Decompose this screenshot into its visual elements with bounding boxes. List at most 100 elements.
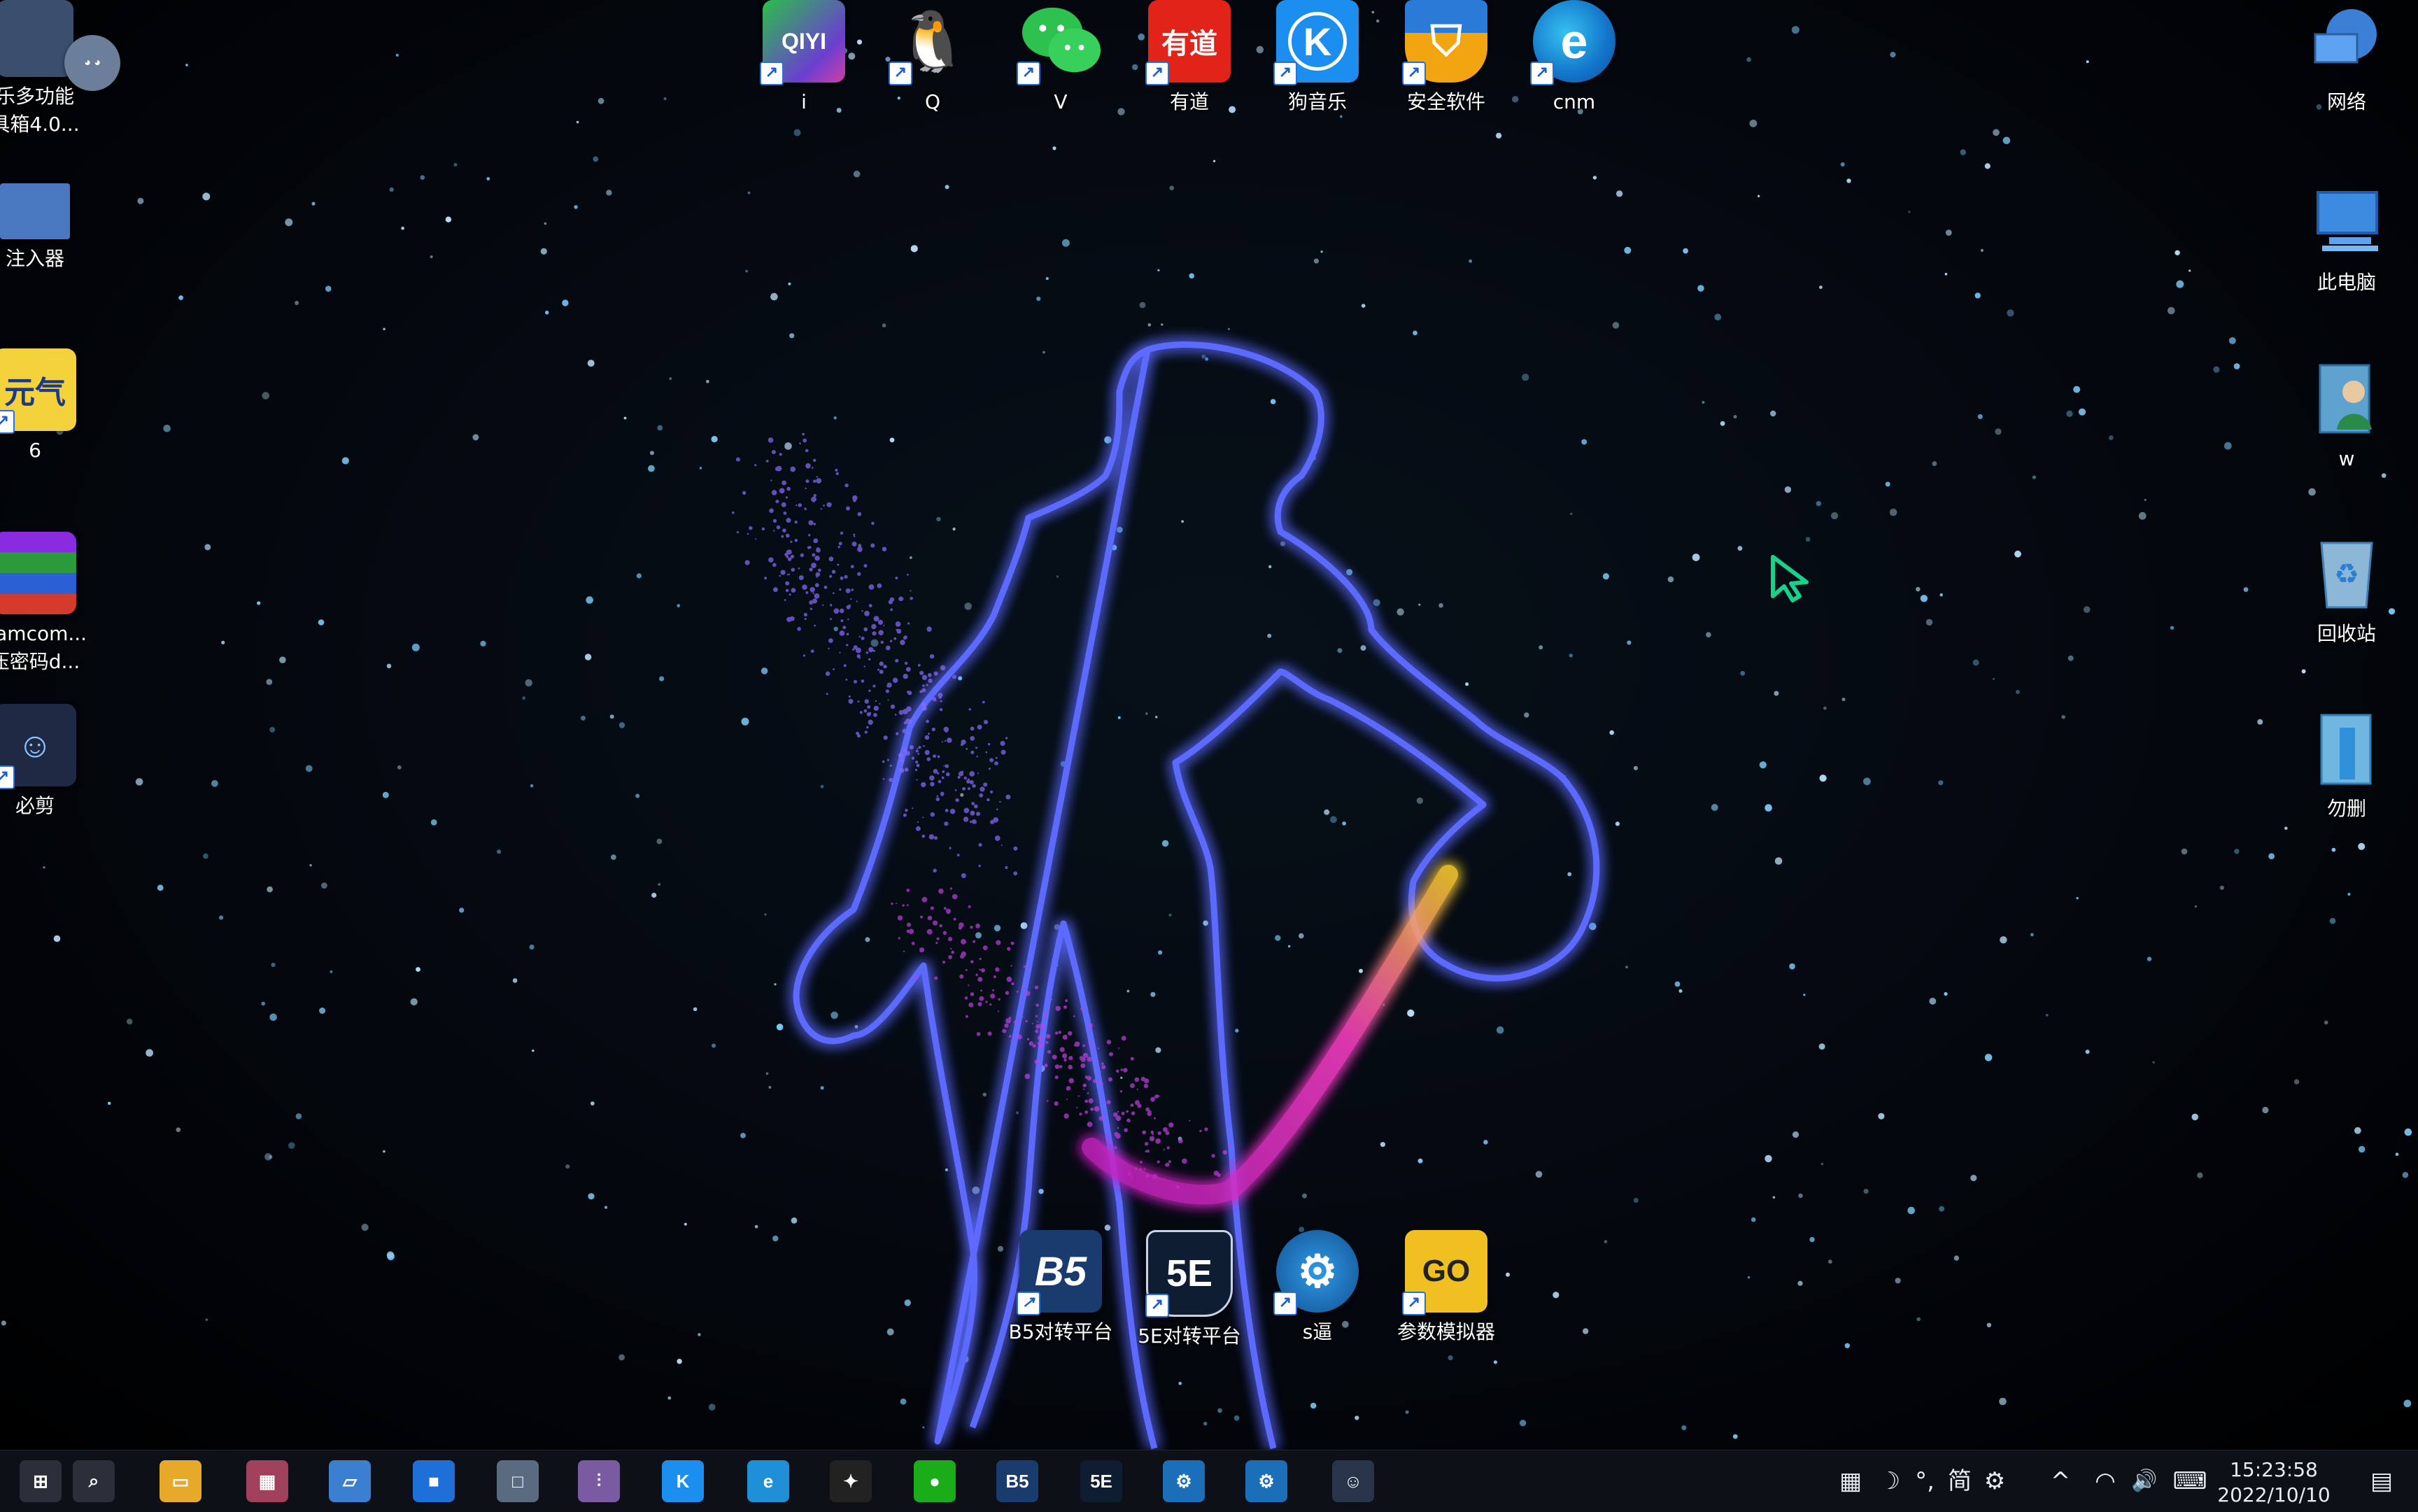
punctuation-icon[interactable]: °, [1907, 1462, 1942, 1501]
shortcut-arrow-icon: ↗ [889, 62, 912, 85]
desktop-icon-this-pc[interactable]: 此电脑 [2277, 181, 2417, 297]
desktop-icon-network[interactable]: 网络 [2277, 0, 2417, 116]
pink-streak [1082, 865, 1458, 1205]
winrar-taskbar-icon[interactable]: ▦ [246, 1460, 288, 1502]
ime-mode-indicator[interactable]: 简 [1942, 1462, 1977, 1501]
svg-text:♻: ♻ [2334, 558, 2359, 591]
b5-taskbar-icon[interactable]: B5 [996, 1460, 1038, 1502]
toolbox-icon [0, 0, 73, 77]
edge-glyph: e [1560, 14, 1588, 69]
edge-icon: e ↗ [1530, 0, 1615, 85]
shield-icon: ⛉ [1430, 17, 1462, 64]
desktop-icon-folder[interactable]: 勿删 [2277, 707, 2417, 823]
app-blue-icon[interactable]: ■ [413, 1460, 455, 1502]
taskbar: ⊞ ⌕ ▭ ▦ ▱ ■ □ ⫶ Ke ✦ ● B5 5E ⚙ ⚙ ☺ ▦ ☽ °, 简 ⚙ ^ ◠ 🔊 ⌨ 1… [0, 1450, 2418, 1512]
desktop-icon-csgo-sim[interactable]: GO ↗ 参数模拟器 [1376, 1230, 1516, 1346]
5e-glyph: 5E [1166, 1252, 1213, 1294]
steam2-taskbar-icon[interactable]: ⚙ [1245, 1460, 1287, 1502]
clock-date: 2022/10/10 [2217, 1483, 2331, 1506]
desktop-icon-security[interactable]: ⛉ ↗ 安全软件 [1376, 0, 1516, 116]
desktop-icon-steam[interactable]: ⚙ ↗ s逼 [1247, 1230, 1387, 1346]
bijian-taskbar-icon[interactable]: ☺ [1332, 1460, 1374, 1502]
shortcut-arrow-icon: ↗ [1402, 1292, 1426, 1315]
notepad-icon[interactable]: ▱ [329, 1460, 371, 1502]
shortcut-arrow-icon: ↗ [1402, 62, 1426, 85]
desktop-icon-label: 6 [29, 439, 41, 462]
desktop-icon-edge[interactable]: e ↗ cnm [1504, 0, 1644, 116]
wifi-icon[interactable]: ◠ [2088, 1462, 2123, 1501]
csgo-sim-icon: GO ↗ [1402, 1230, 1487, 1315]
recycle-bin-icon: ♻ [2305, 532, 2388, 614]
desktop-icon-user[interactable]: w [2277, 357, 2417, 473]
clock[interactable]: 15:23:58 2022/10/10 [2204, 1457, 2344, 1508]
desktop-icon-injector[interactable]: 注入器 [0, 183, 105, 273]
desktop-icon-label: V [1054, 90, 1068, 113]
moon-icon[interactable]: ☽ [1872, 1462, 1907, 1501]
desktop-icon-bijian[interactable]: ☺ ↗ 必剪 [0, 704, 105, 820]
user-folder-icon [2305, 357, 2388, 439]
wechat-icon: ↗ [1017, 0, 1102, 85]
desktop-icon-winrar[interactable]: eamcom... 压密码d... [0, 532, 105, 676]
shortcut-arrow-icon: ↗ [1017, 62, 1040, 85]
shortcut-arrow-icon: ↗ [0, 410, 15, 434]
b5-glyph: B5 [1034, 1248, 1087, 1294]
edge-taskbar-icon[interactable]: e [747, 1460, 789, 1502]
clock-time: 15:23:58 [2230, 1458, 2318, 1481]
desktop-icon-mascot[interactable]: ◕ ◕ [64, 35, 120, 91]
desktop-icon-kugou[interactable]: K ↗ 狗音乐 [1247, 0, 1387, 116]
folder-icon [2305, 707, 2388, 789]
app-gray-icon[interactable]: □ [497, 1460, 539, 1502]
desktop-icon-yuanqi[interactable]: 元气 ↗ 6 [0, 348, 105, 465]
desktop-icon-label: 参数模拟器 [1397, 1320, 1495, 1343]
show-hidden-icons-chevron-icon[interactable]: ^ [2043, 1462, 2078, 1501]
network-icon [2305, 0, 2388, 83]
ime-settings-icon[interactable]: ⚙ [1977, 1462, 2012, 1501]
shortcut-arrow-icon: ↗ [1273, 62, 1297, 85]
5e-platform-icon: 5E ↗ [1145, 1230, 1233, 1317]
kugou-taskbar-icon[interactable]: K [662, 1460, 704, 1502]
particle-trail [732, 432, 1232, 1189]
desktop-icon-label: 安全软件 [1406, 90, 1485, 113]
notification-center-icon[interactable]: ▤ [2362, 1462, 2401, 1501]
desktop-icon-recycle-bin[interactable]: ♻ 回收站 [2277, 532, 2417, 648]
qq-taskbar-icon[interactable]: ✦ [830, 1460, 872, 1502]
shortcut-arrow-icon: ↗ [1145, 62, 1169, 85]
shortcut-arrow-icon: ↗ [760, 62, 784, 85]
desktop-icon-iqiyi[interactable]: QIYI ↗ i [734, 0, 874, 116]
winrar-icon [0, 532, 76, 614]
desktop-icon-youdao[interactable]: 有道 ↗ 有道 [1119, 0, 1259, 116]
shortcut-arrow-icon: ↗ [1145, 1294, 1169, 1317]
shortcut-arrow-icon: ↗ [1530, 62, 1554, 85]
search-icon[interactable]: ⌕ [73, 1460, 115, 1502]
desktop-icon-label: 5E对转平台 [1138, 1324, 1241, 1348]
steam-taskbar-icon[interactable]: ⚙ [1163, 1460, 1205, 1502]
desktop-icon-wechat[interactable]: ↗ V [991, 0, 1131, 116]
desktop-icon-b5[interactable]: B5 ↗ B5对转平台 [991, 1230, 1131, 1346]
file-explorer-icon[interactable]: ▭ [160, 1460, 202, 1502]
shortcut-arrow-icon: ↗ [0, 765, 15, 789]
wechat-taskbar-icon[interactable]: ● [914, 1460, 956, 1502]
csgo-glyph: GO [1422, 1254, 1471, 1288]
volume-icon[interactable]: 🔊 [2127, 1462, 2162, 1501]
5e-taskbar-icon[interactable]: 5E [1080, 1460, 1122, 1502]
desktop-icon-label: 注入器 [5, 247, 64, 270]
desktop-icon-label: 勿删 [2326, 797, 2366, 820]
ime-grid-icon[interactable]: ▦ [1833, 1462, 1868, 1501]
desktop-icon-label-line2: 压密码d... [0, 650, 80, 673]
desktop[interactable]: 乐多功能 具箱4.0... ◕ ◕ 注入器 元气 ↗ 6 eamcom... 压… [0, 0, 2418, 1450]
widgets-icon[interactable]: ⊞ [20, 1460, 62, 1502]
desktop-icon-label: i [801, 90, 807, 113]
desktop-icon-qq[interactable]: 🐧 ↗ Q [863, 0, 1003, 116]
desktop-icon-label: cnm [1553, 90, 1596, 113]
iqiyi-glyph: QIYI [781, 28, 826, 54]
mixer-icon[interactable]: ⫶ [578, 1460, 620, 1502]
desktop-icon-5e[interactable]: 5E ↗ 5E对转平台 [1119, 1230, 1259, 1350]
shortcut-arrow-icon: ↗ [1017, 1292, 1040, 1315]
desktop-icon-label-line2: 具箱4.0... [0, 113, 80, 136]
mouse-cursor-icon [1771, 555, 1809, 602]
desktop-icon-label: w [2338, 447, 2355, 470]
yuanqi-glyph: 元气 [4, 376, 66, 410]
desktop-icon-label: 回收站 [2317, 622, 2376, 645]
shortcut-arrow-icon: ↗ [1273, 1292, 1297, 1315]
qq-icon: 🐧 ↗ [889, 0, 974, 85]
